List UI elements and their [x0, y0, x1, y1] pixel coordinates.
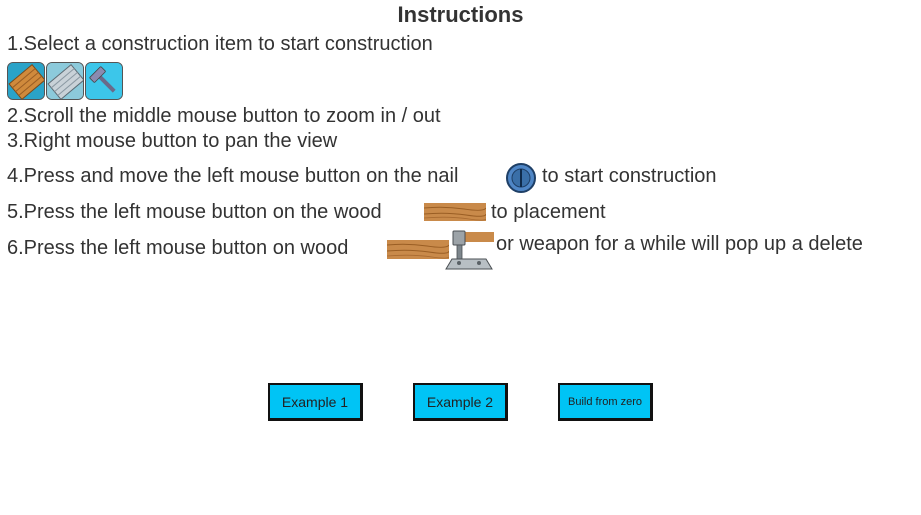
example-1-button[interactable]: Example 1: [268, 383, 363, 421]
step-1-text: 1.Select a construction item to start co…: [7, 33, 433, 55]
wood-plank-item-icon[interactable]: [7, 62, 45, 100]
steel-plate-item-icon[interactable]: [46, 62, 84, 100]
wood-plank-icon-2: [386, 240, 450, 264]
nail-icon: [505, 162, 537, 199]
wood-plank-icon: [423, 203, 487, 226]
step-4-suffix: to start construction: [542, 165, 717, 187]
construction-item-bar: [7, 62, 123, 104]
step-6-text: 6.Press the left mouse button on wood: [7, 237, 349, 259]
step-5-text: 5.Press the left mouse button on the woo…: [7, 201, 382, 223]
step-6-suffix: or weapon for a while will pop up a dele…: [496, 233, 863, 255]
step-3-text: 3.Right mouse button to pan the view: [7, 130, 338, 152]
step-5-suffix: to placement: [491, 201, 606, 223]
hammer-weapon-item-icon[interactable]: [85, 62, 123, 100]
step-2-text: 2.Scroll the middle mouse button to zoom…: [7, 105, 441, 127]
step-4-text: 4.Press and move the left mouse button o…: [7, 165, 459, 187]
instructions-title: Instructions: [397, 2, 524, 27]
build-from-zero-button[interactable]: Build from zero: [558, 383, 653, 421]
hammer-weapon-icon: [444, 229, 496, 277]
example-2-button[interactable]: Example 2: [413, 383, 508, 421]
